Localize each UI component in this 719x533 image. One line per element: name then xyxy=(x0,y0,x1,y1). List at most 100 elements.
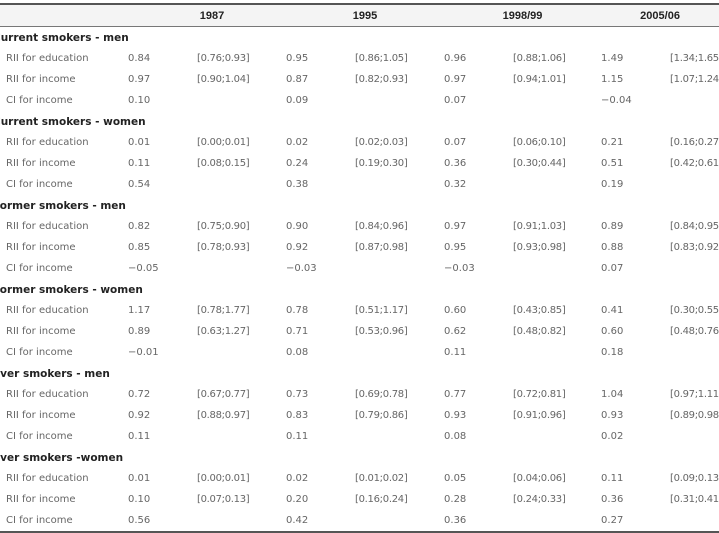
confidence-interval: [1.34;1.65] xyxy=(670,53,719,64)
confidence-interval: [0.43;0.85] xyxy=(513,305,566,316)
estimate-value: 1.49 xyxy=(601,53,624,64)
estimate-value: 0.10 xyxy=(128,494,151,505)
table-body: Current smokers - men RII for education 0.… xyxy=(0,27,719,532)
estimate-value: 0.82 xyxy=(128,221,151,232)
estimate-value: 0.87 xyxy=(286,74,309,85)
row-label: CI for income xyxy=(6,515,73,526)
estimate-value: 0.54 xyxy=(128,179,151,190)
confidence-interval xyxy=(513,258,601,279)
confidence-interval xyxy=(513,426,601,447)
estimate-value: 0.72 xyxy=(128,389,151,400)
estimate-value: 0.73 xyxy=(286,389,309,400)
section-title: Former smokers - women xyxy=(0,283,143,296)
confidence-interval: [0.63;1.27] xyxy=(197,326,250,337)
row-label: RII for income xyxy=(6,74,76,85)
confidence-interval: [0.91;0.96] xyxy=(513,410,566,421)
confidence-interval: [0.72;0.81] xyxy=(513,389,566,400)
estimate-value: 0.18 xyxy=(601,347,624,358)
estimate-value: 0.92 xyxy=(286,242,309,253)
confidence-interval: [0.09;0.13] xyxy=(670,473,719,484)
row-label: RII for education xyxy=(6,221,89,232)
row-label: RII for education xyxy=(6,137,89,148)
estimate-value: 0.77 xyxy=(444,389,467,400)
confidence-interval: [0.76;0.93] xyxy=(197,53,250,64)
table-row: RII for education 1.17 [0.78;1.77] 0.78 [0.5… xyxy=(0,300,719,321)
estimate-value: 0.21 xyxy=(601,137,624,148)
confidence-interval xyxy=(355,510,444,532)
estimate-value: 0.38 xyxy=(286,179,309,190)
estimate-value: 0.09 xyxy=(286,95,309,106)
estimate-value: 0.88 xyxy=(601,242,624,253)
estimate-value: −0.01 xyxy=(128,347,159,358)
estimate-value: 0.02 xyxy=(286,473,309,484)
confidence-interval xyxy=(513,510,601,532)
confidence-interval xyxy=(197,426,286,447)
estimate-value: 0.32 xyxy=(444,179,467,190)
row-label: CI for income xyxy=(6,95,73,106)
estimate-value: 0.27 xyxy=(601,515,624,526)
table-row: RII for income 0.97 [0.90;1.04] 0.87 [0.82;0… xyxy=(0,69,719,90)
confidence-interval: [0.88;0.97] xyxy=(197,410,250,421)
confidence-interval xyxy=(355,174,444,195)
estimate-value: 0.41 xyxy=(601,305,624,316)
table-row: CI for income 0.54 0.38 0.32 0.19 xyxy=(0,174,719,195)
estimate-value: 0.60 xyxy=(444,305,467,316)
confidence-interval: [0.00;0.01] xyxy=(197,473,250,484)
results-table: 1987 1995 1998/99 2005/06 Current smoker… xyxy=(0,3,719,533)
row-label: CI for income xyxy=(6,263,73,274)
table-row: CI for income −0.01 0.08 0.11 0.18 xyxy=(0,342,719,363)
confidence-interval: [0.83;0.92] xyxy=(670,242,719,253)
header-label-cell xyxy=(0,4,128,27)
section-title: Former smokers - men xyxy=(0,199,126,212)
estimate-value: 0.11 xyxy=(128,158,151,169)
header-year-1987: 1987 xyxy=(199,9,225,22)
table-row: RII for education 0.01 [0.00;0.01] 0.02 [0.0… xyxy=(0,132,719,153)
estimate-value: 0.62 xyxy=(444,326,467,337)
estimate-value: 1.04 xyxy=(601,389,624,400)
confidence-interval: [0.16;0.27] xyxy=(670,137,719,148)
confidence-interval xyxy=(670,342,719,363)
section-header-row: Ever smokers - men xyxy=(0,363,719,384)
confidence-interval: [0.91;1.03] xyxy=(513,221,566,232)
estimate-value: 0.89 xyxy=(601,221,624,232)
estimate-value: 0.10 xyxy=(128,95,151,106)
estimate-value: 0.60 xyxy=(601,326,624,337)
estimate-value: −0.03 xyxy=(286,263,317,274)
row-label: RII for education xyxy=(6,473,89,484)
confidence-interval: [0.84;0.96] xyxy=(355,221,408,232)
confidence-interval: [0.93;0.98] xyxy=(513,242,566,253)
confidence-interval: [0.86;1.05] xyxy=(355,53,408,64)
estimate-value: 0.20 xyxy=(286,494,309,505)
confidence-interval: [0.90;1.04] xyxy=(197,74,250,85)
estimate-value: 1.17 xyxy=(128,305,151,316)
estimate-value: 0.01 xyxy=(128,137,151,148)
row-label: RII for income xyxy=(6,242,76,253)
confidence-interval: [0.89;0.98] xyxy=(670,410,719,421)
estimate-value: 0.97 xyxy=(128,74,151,85)
estimate-value: 0.93 xyxy=(444,410,467,421)
section-header-row: Current smokers - women xyxy=(0,111,719,132)
confidence-interval: [0.07;0.13] xyxy=(197,494,250,505)
table-row: RII for income 0.85 [0.78;0.93] 0.92 [0.87;0… xyxy=(0,237,719,258)
confidence-interval xyxy=(513,90,601,111)
estimate-value: 0.11 xyxy=(444,347,467,358)
estimate-value: 0.97 xyxy=(444,221,467,232)
table-header-row: 1987 1995 1998/99 2005/06 xyxy=(0,4,719,27)
confidence-interval xyxy=(355,258,444,279)
estimate-value: 0.85 xyxy=(128,242,151,253)
estimate-value: 0.11 xyxy=(286,431,309,442)
table-row: CI for income 0.56 0.42 0.36 0.27 xyxy=(0,510,719,532)
table-row: RII for education 0.01 [0.00;0.01] 0.02 [0.0… xyxy=(0,468,719,489)
estimate-value: 0.95 xyxy=(444,242,467,253)
confidence-interval xyxy=(670,510,719,532)
table-row: RII for income 0.89 [0.63;1.27] 0.71 [0.53;0… xyxy=(0,321,719,342)
estimate-value: 0.36 xyxy=(444,515,467,526)
estimate-value: 0.01 xyxy=(128,473,151,484)
estimate-value: 0.90 xyxy=(286,221,309,232)
confidence-interval: [0.82;0.93] xyxy=(355,74,408,85)
confidence-interval: [0.30;0.44] xyxy=(513,158,566,169)
header-year-1998-99: 1998/99 xyxy=(502,9,543,22)
confidence-interval xyxy=(670,426,719,447)
estimate-value: 0.08 xyxy=(286,347,309,358)
header-year-1995: 1995 xyxy=(352,9,378,22)
